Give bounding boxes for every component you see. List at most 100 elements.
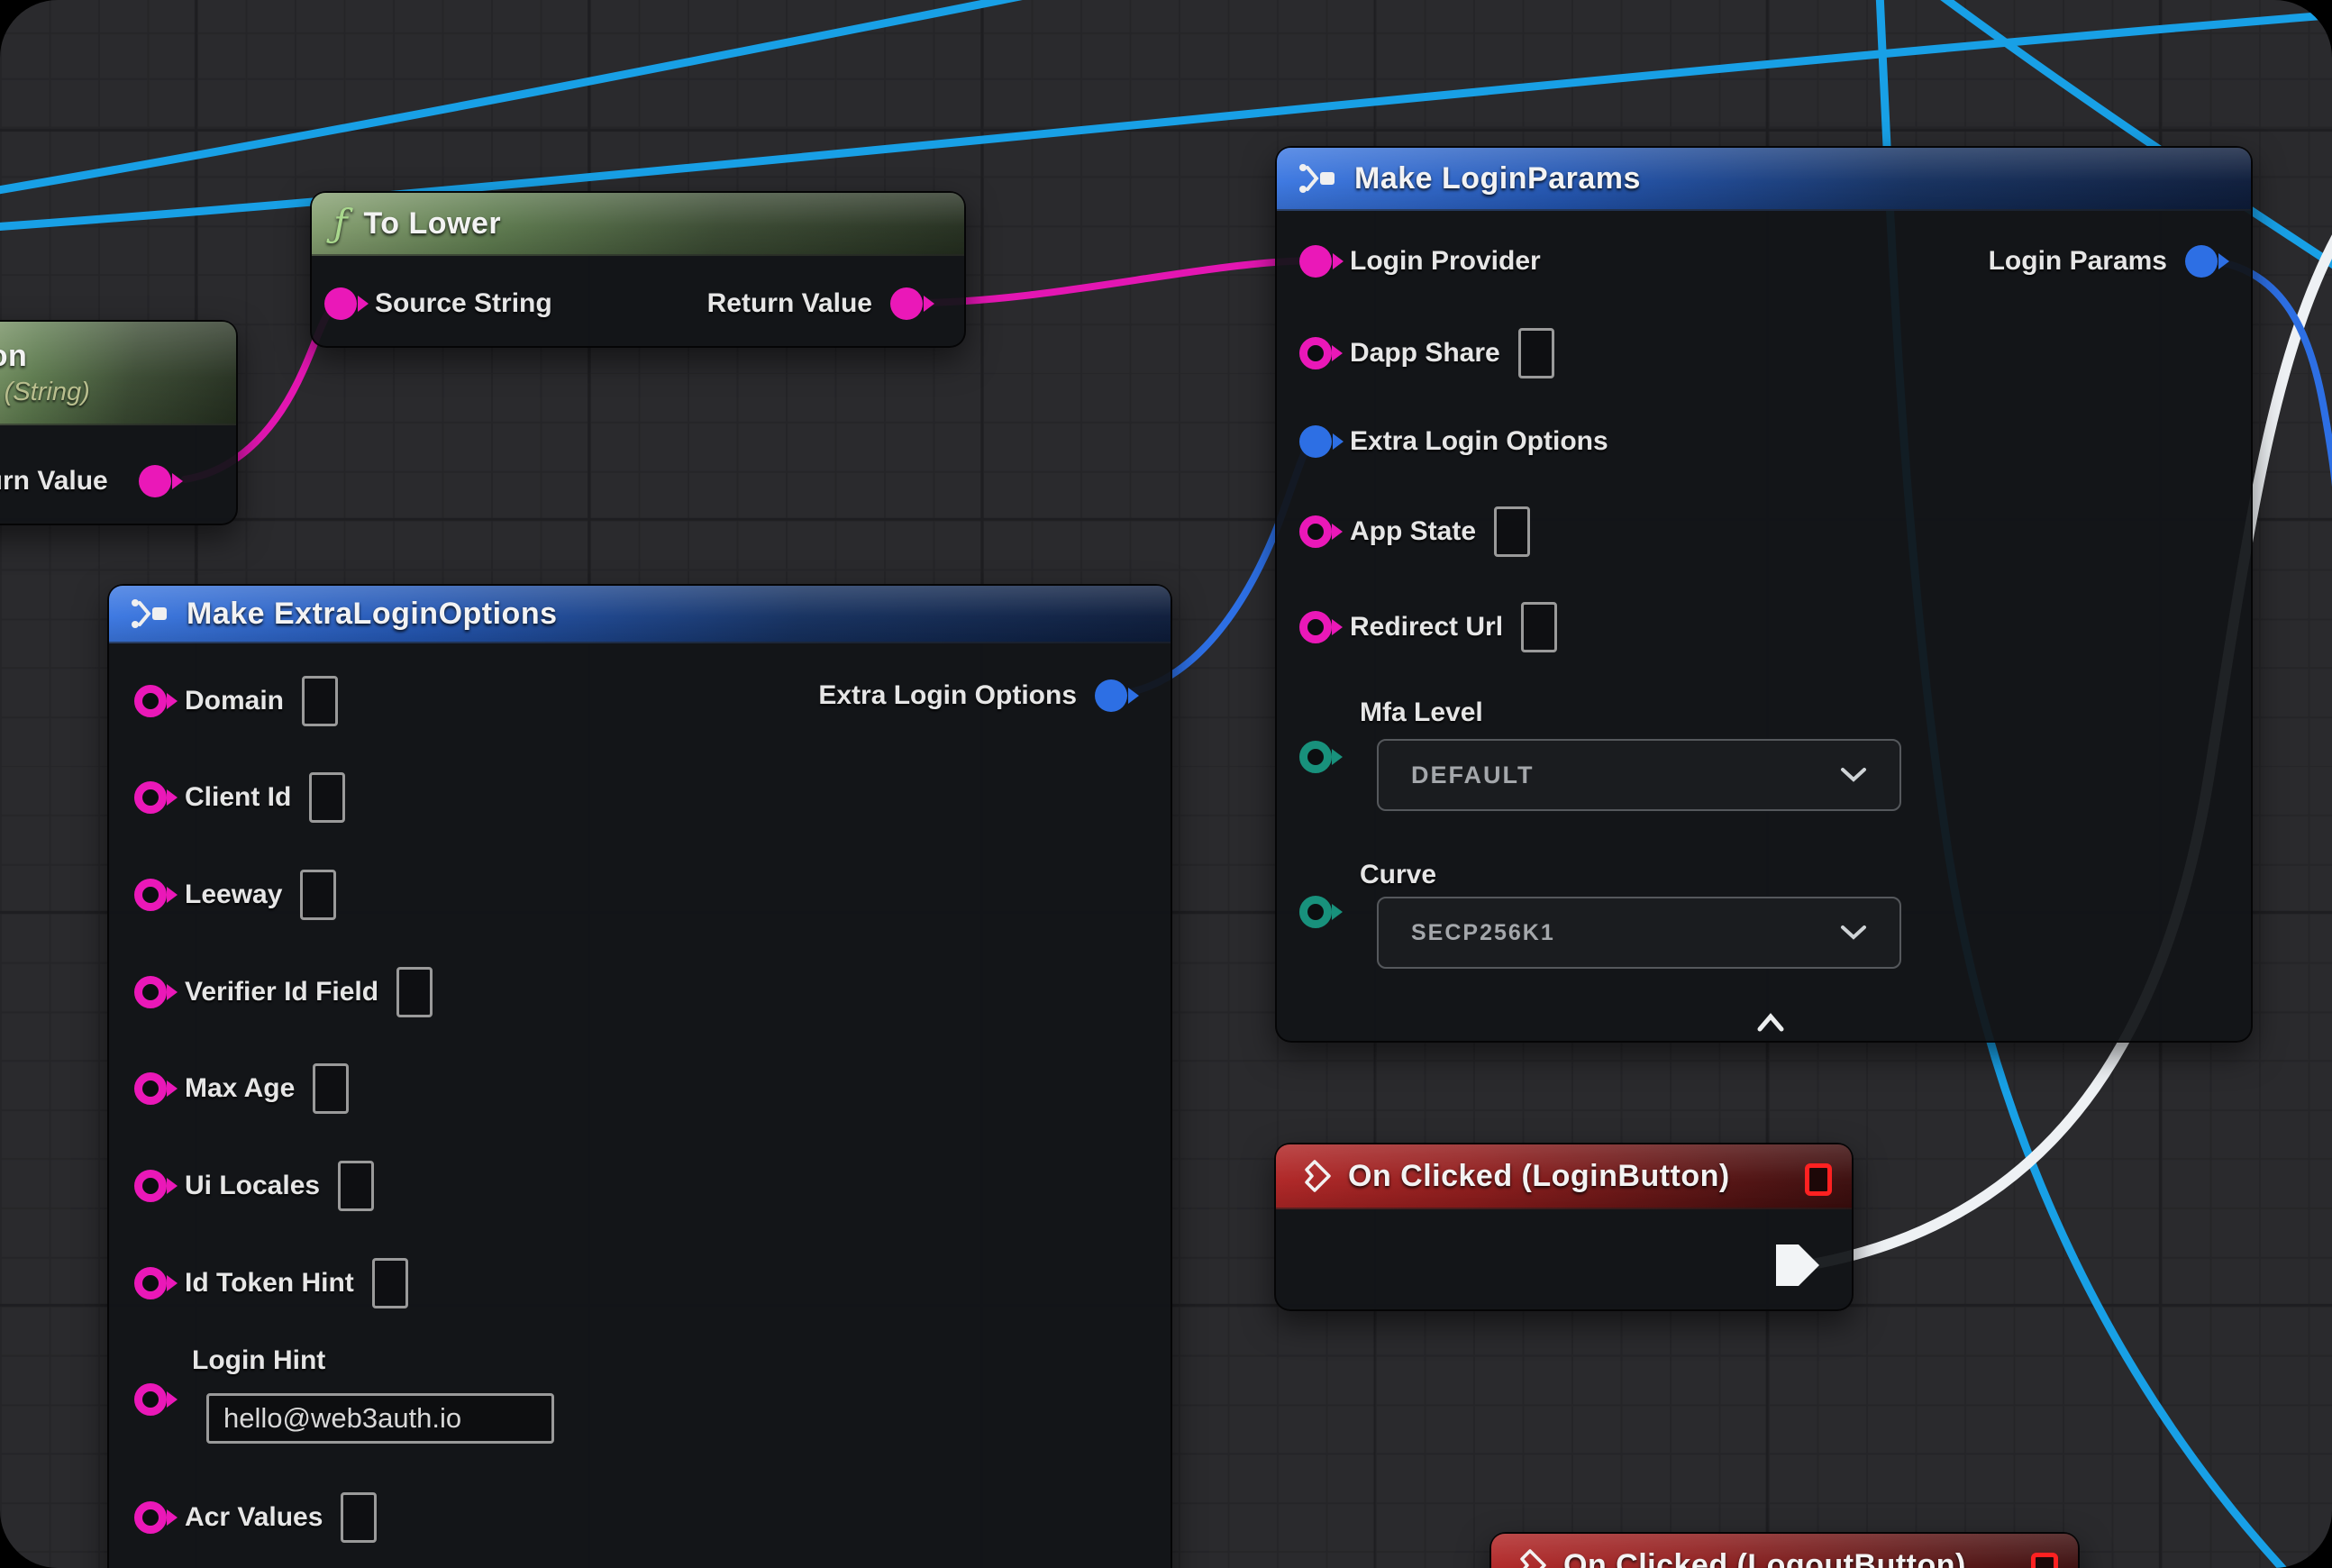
- on-clicked-logout-title: On Clicked (LogoutButton): [1563, 1548, 1966, 1568]
- event-icon: [1298, 1159, 1332, 1193]
- client-id-label: Client Id: [185, 782, 291, 813]
- dapp-share-label: Dapp Share: [1350, 338, 1500, 369]
- max-age-input[interactable]: [313, 1063, 349, 1114]
- leeway-input[interactable]: [300, 870, 336, 920]
- redirect-url-row: Redirect Url: [1299, 600, 1557, 654]
- extra-login-options-in-label: Extra Login Options: [1350, 426, 1608, 457]
- app-state-row: App State: [1299, 505, 1530, 559]
- ui-locales-pin[interactable]: [134, 1170, 167, 1202]
- id-token-hint-input[interactable]: [372, 1258, 408, 1308]
- make-extra-login-options-header[interactable]: Make ExtraLoginOptions: [109, 586, 1171, 643]
- extra-login-options-out-pin[interactable]: [1095, 679, 1127, 712]
- node-on-clicked-logout-button[interactable]: On Clicked (LogoutButton): [1489, 1532, 2080, 1568]
- acr-values-pin[interactable]: [134, 1501, 167, 1534]
- id-token-hint-pin[interactable]: [134, 1267, 167, 1299]
- login-hint-input[interactable]: hello@web3auth.io: [206, 1393, 554, 1444]
- partial-return-value-pin[interactable]: [139, 465, 171, 497]
- node-make-extra-login-options[interactable]: Make ExtraLoginOptions Domain Client Id …: [107, 584, 1172, 1568]
- verifier-id-field-label: Verifier Id Field: [185, 977, 378, 1007]
- client-id-row: Client Id: [134, 770, 345, 825]
- make-login-params-title: Make LoginParams: [1354, 161, 1641, 196]
- domain-input[interactable]: [302, 676, 338, 726]
- login-params-out-pin[interactable]: [2185, 245, 2218, 278]
- mfa-level-value: DEFAULT: [1411, 761, 1535, 789]
- login-hint-label: Login Hint: [192, 1345, 325, 1376]
- partial-return-value-row: eturn Value: [0, 454, 171, 508]
- dapp-share-input[interactable]: [1518, 328, 1554, 378]
- node-partial-header[interactable]: tion ox (String): [0, 322, 236, 425]
- acr-values-label: Acr Values: [185, 1502, 323, 1533]
- login-params-out-row: Login Params: [1989, 234, 2218, 288]
- make-extra-login-options-title: Make ExtraLoginOptions: [187, 597, 558, 632]
- verifier-id-field-row: Verifier Id Field: [134, 965, 433, 1019]
- leeway-pin[interactable]: [134, 879, 167, 911]
- login-provider-pin[interactable]: [1299, 245, 1332, 278]
- domain-row: Domain: [134, 674, 338, 728]
- domain-pin[interactable]: [134, 685, 167, 717]
- extra-login-options-out-row: Extra Login Options: [818, 669, 1127, 723]
- collapse-node-button[interactable]: [1749, 1011, 1792, 1035]
- login-params-out-label: Login Params: [1989, 246, 2167, 277]
- app-state-pin[interactable]: [1299, 515, 1332, 548]
- verifier-id-field-pin[interactable]: [134, 976, 167, 1008]
- app-state-input[interactable]: [1494, 506, 1530, 557]
- client-id-input[interactable]: [309, 772, 345, 823]
- acr-values-row: Acr Values: [134, 1491, 377, 1545]
- source-string-pin[interactable]: [324, 287, 357, 320]
- blueprint-canvas[interactable]: tion ox (String) eturn Value ƒ To Lower …: [0, 0, 2332, 1568]
- chevron-up-icon: [1749, 1011, 1792, 1035]
- dapp-share-pin[interactable]: [1299, 337, 1332, 369]
- delegate-pin[interactable]: [2031, 1553, 2058, 1568]
- node-on-clicked-login-button[interactable]: On Clicked (LoginButton): [1274, 1143, 1854, 1311]
- client-id-pin[interactable]: [134, 781, 167, 814]
- partial-return-value-label: eturn Value: [0, 466, 108, 497]
- login-hint-value: hello@web3auth.io: [223, 1402, 461, 1435]
- make-login-params-header[interactable]: Make LoginParams: [1277, 148, 2251, 211]
- verifier-id-field-input[interactable]: [396, 967, 433, 1017]
- to-lower-header[interactable]: ƒ To Lower: [312, 193, 964, 256]
- redirect-url-pin[interactable]: [1299, 611, 1332, 643]
- acr-values-input[interactable]: [341, 1492, 377, 1543]
- ui-locales-input[interactable]: [338, 1161, 374, 1211]
- node-make-login-params[interactable]: Make LoginParams Login Provider Login Pa…: [1275, 146, 2253, 1043]
- node-partial-title: tion: [0, 339, 27, 374]
- curve-dropdown[interactable]: SECP256K1: [1377, 897, 1901, 969]
- node-to-lower[interactable]: ƒ To Lower Source String Return Value: [310, 191, 966, 348]
- to-lower-title: To Lower: [364, 206, 502, 242]
- chevron-down-icon: [1840, 767, 1867, 783]
- delegate-pin[interactable]: [1805, 1163, 1832, 1196]
- make-struct-icon: [1298, 162, 1338, 195]
- function-icon: ƒ: [333, 205, 348, 242]
- wire-background-blue-1: [0, 0, 1038, 191]
- mfa-level-label: Mfa Level: [1360, 697, 1483, 728]
- max-age-pin[interactable]: [134, 1072, 167, 1105]
- mfa-level-pin[interactable]: [1299, 741, 1332, 773]
- screenshot-stage: tion ox (String) eturn Value ƒ To Lower …: [0, 0, 2332, 1568]
- ui-locales-row: Ui Locales: [134, 1159, 374, 1213]
- curve-label: Curve: [1360, 860, 1436, 890]
- return-value-pin[interactable]: [890, 287, 923, 320]
- login-hint-pin[interactable]: [134, 1383, 167, 1416]
- chevron-down-icon: [1840, 925, 1867, 941]
- extra-login-options-in-pin[interactable]: [1299, 425, 1332, 458]
- source-string-label: Source String: [375, 288, 552, 319]
- domain-label: Domain: [185, 686, 284, 716]
- id-token-hint-row: Id Token Hint: [134, 1256, 408, 1310]
- on-clicked-login-header[interactable]: On Clicked (LoginButton): [1276, 1144, 1852, 1209]
- ui-locales-label: Ui Locales: [185, 1171, 320, 1201]
- redirect-url-input[interactable]: [1521, 602, 1557, 652]
- node-partial-subtitle: ox (String): [0, 378, 90, 407]
- leeway-row: Leeway: [134, 868, 336, 922]
- on-clicked-logout-header[interactable]: On Clicked (LogoutButton): [1491, 1534, 2078, 1568]
- node-partial-function[interactable]: tion ox (String) eturn Value: [0, 320, 238, 525]
- leeway-label: Leeway: [185, 880, 282, 910]
- mfa-level-dropdown[interactable]: DEFAULT: [1377, 739, 1901, 811]
- curve-pin[interactable]: [1299, 896, 1332, 928]
- on-clicked-login-title: On Clicked (LoginButton): [1348, 1159, 1730, 1194]
- return-value-label: Return Value: [707, 288, 872, 319]
- source-string-row: Source String: [324, 277, 552, 331]
- event-icon: [1513, 1548, 1547, 1568]
- exec-out-pin[interactable]: [1776, 1244, 1819, 1286]
- dapp-share-row: Dapp Share: [1299, 326, 1554, 380]
- curve-value: SECP256K1: [1411, 920, 1555, 946]
